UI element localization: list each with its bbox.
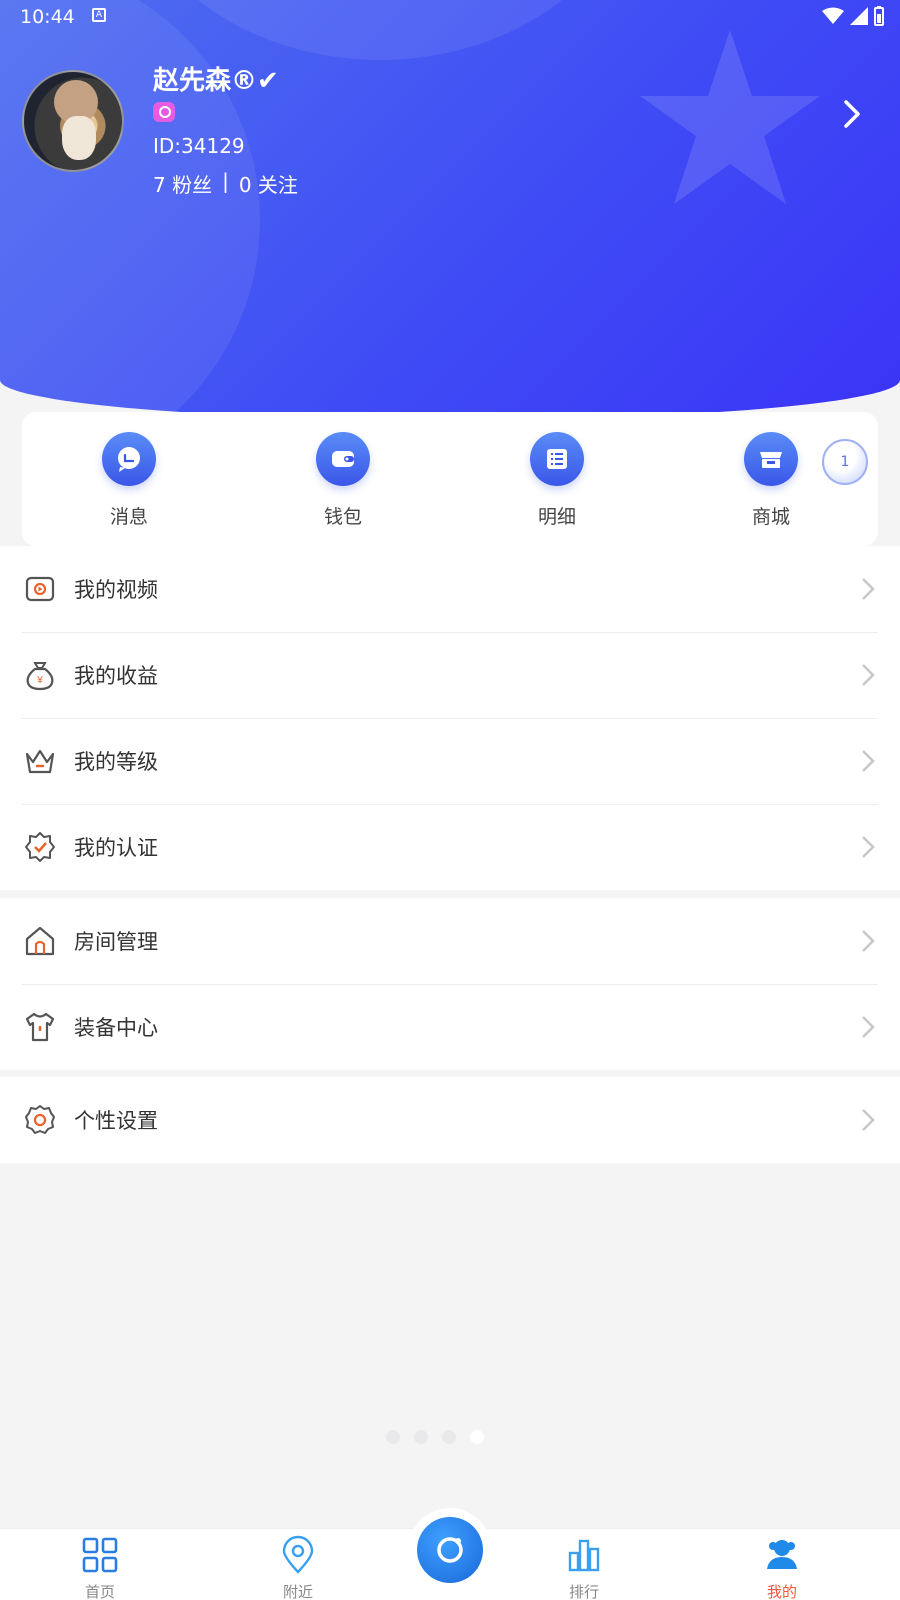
- avatar[interactable]: [22, 70, 124, 172]
- menu-item-equipment-center[interactable]: 装备中心: [0, 984, 900, 1070]
- notification-a-icon: A: [92, 8, 106, 22]
- shirt-icon: [22, 1009, 58, 1045]
- tab-label: 附近: [282, 1583, 313, 1600]
- signal-icon: [850, 7, 868, 25]
- menu-item-my-certification[interactable]: 我的认证: [0, 804, 900, 890]
- tab-mine[interactable]: 我的: [732, 1535, 832, 1600]
- gear-icon: [22, 1102, 58, 1138]
- menu-item-personal-settings[interactable]: 个性设置: [0, 1077, 900, 1163]
- menu-item-label: 房间管理: [74, 930, 158, 954]
- tab-nearby[interactable]: 附近: [248, 1535, 348, 1600]
- user-icon: [767, 1540, 797, 1569]
- quick-action-label: 商城: [751, 506, 790, 528]
- menu-item-room-management[interactable]: 房间管理: [0, 898, 900, 984]
- quick-action-details[interactable]: 明细: [450, 412, 664, 546]
- crown-icon: [22, 743, 58, 779]
- money-bag-icon: ¥: [22, 657, 58, 693]
- menu-group-secondary: 房间管理 装备中心: [0, 898, 900, 1070]
- menu-item-my-level[interactable]: 我的等级: [0, 718, 900, 804]
- page-dot-active: [470, 1430, 484, 1444]
- center-live-button[interactable]: [408, 1508, 492, 1592]
- home-icon: [22, 923, 58, 959]
- quick-actions-card: 消息 钱包 明细 商城: [22, 412, 878, 546]
- tab-ranking[interactable]: 排行: [534, 1535, 634, 1600]
- menu-item-label: 我的等级: [74, 750, 158, 774]
- menu-item-label: 我的收益: [74, 664, 158, 688]
- page-indicator: [386, 1430, 484, 1444]
- status-time: 10:44: [20, 6, 75, 28]
- chevron-right-icon: [862, 578, 875, 600]
- page-dot: [386, 1430, 400, 1444]
- quick-action-label: 钱包: [323, 506, 362, 528]
- grid-icon: [82, 1537, 118, 1573]
- chevron-right-icon: [862, 1109, 875, 1131]
- menu-group-primary: 我的视频 ¥ 我的收益 我的等级 我的认证: [0, 546, 900, 890]
- tab-home[interactable]: 首页: [50, 1535, 150, 1600]
- page-dot: [414, 1430, 428, 1444]
- quick-action-label: 消息: [109, 506, 148, 528]
- following-count[interactable]: 0 关注: [239, 169, 298, 198]
- floating-assist-button[interactable]: 1: [822, 439, 868, 485]
- quick-action-messages[interactable]: 消息: [22, 412, 236, 546]
- menu-item-label: 我的视频: [74, 578, 158, 602]
- fans-count[interactable]: 7 粉丝: [153, 169, 212, 198]
- menu-item-label: 装备中心: [74, 1016, 158, 1040]
- wallet-icon: [316, 432, 370, 486]
- bar-chart-icon: [568, 1539, 600, 1572]
- page-dot: [442, 1430, 456, 1444]
- chevron-right-icon: [862, 664, 875, 686]
- chevron-right-icon: [862, 750, 875, 772]
- menu-item-my-earnings[interactable]: ¥ 我的收益: [0, 632, 900, 718]
- list-icon: [530, 432, 584, 486]
- menu-item-my-videos[interactable]: 我的视频: [0, 546, 900, 632]
- menu-group-settings: 个性设置: [0, 1077, 900, 1163]
- level-badge-icon: [153, 102, 175, 122]
- stats-separator: |: [222, 169, 229, 193]
- system-icons: [822, 6, 884, 26]
- star-decor-icon: [640, 30, 820, 204]
- chevron-right-icon: [862, 836, 875, 858]
- status-bar: 10:44 A: [0, 0, 900, 34]
- follow-stats: 7 粉丝 | 0 关注: [153, 169, 298, 198]
- quick-action-wallet[interactable]: 钱包: [236, 412, 450, 546]
- chevron-right-icon: [862, 930, 875, 952]
- camera-icon: [417, 1517, 483, 1583]
- username: 赵先森®✔: [153, 66, 279, 96]
- profile-chevron-right-icon[interactable]: [838, 96, 868, 132]
- video-icon: [22, 571, 58, 607]
- quick-action-label: 明细: [537, 506, 576, 528]
- tab-label: 我的: [766, 1583, 797, 1600]
- wifi-icon: [822, 7, 844, 24]
- chat-bubble-icon: [102, 432, 156, 486]
- menu-item-label: 个性设置: [74, 1109, 158, 1133]
- battery-icon: [874, 6, 884, 26]
- svg-text:¥: ¥: [36, 675, 43, 686]
- tab-label: 排行: [568, 1583, 599, 1600]
- profile-header: 10:44 A 赵先森®✔ ID:34129 7 粉丝 | 0 关注: [0, 0, 900, 420]
- user-id: ID:34129: [153, 134, 245, 158]
- chevron-right-icon: [862, 1016, 875, 1038]
- tab-label: 首页: [84, 1583, 115, 1600]
- location-pin-icon: [282, 1535, 314, 1574]
- store-icon: [744, 432, 798, 486]
- verified-icon: [22, 829, 58, 865]
- menu-item-label: 我的认证: [74, 836, 158, 860]
